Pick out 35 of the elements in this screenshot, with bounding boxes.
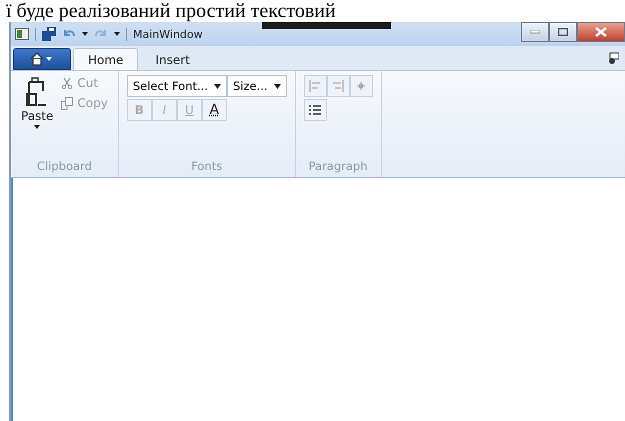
- maximize-icon: [558, 28, 568, 36]
- window-title: MainWindow: [133, 28, 203, 40]
- home-icon: [29, 52, 55, 66]
- group-label: Fonts: [191, 159, 222, 175]
- caret-icon: [274, 84, 281, 88]
- minimize-button[interactable]: [521, 22, 549, 42]
- minimize-icon: [530, 30, 540, 34]
- bullet-list-button[interactable]: [304, 99, 327, 121]
- document-text: ї буде реалізований простий текстовий: [5, 0, 337, 22]
- align-right-icon: [332, 80, 344, 92]
- bullet-list-icon: [309, 104, 322, 116]
- close-button[interactable]: [577, 22, 625, 42]
- app-icon: [15, 28, 29, 40]
- ribbon-tab[interactable]: Insert: [140, 48, 205, 70]
- align-center-icon: [355, 80, 368, 92]
- help-icon[interactable]: [609, 52, 619, 64]
- dropdown-icon[interactable]: [82, 32, 88, 36]
- format-button[interactable]: A: [202, 99, 227, 121]
- dropdown-icon[interactable]: [114, 32, 120, 36]
- clipboard-icon: [26, 77, 48, 107]
- group-label: Clipboard: [36, 159, 92, 175]
- ribbon-tab[interactable]: Home: [73, 48, 138, 70]
- application-menu-button[interactable]: [13, 48, 71, 70]
- scissors-icon: [61, 77, 74, 89]
- maximize-button[interactable]: [549, 22, 577, 42]
- save-icon[interactable]: [42, 27, 56, 41]
- close-icon: [595, 27, 607, 37]
- align-left-icon: [309, 80, 322, 92]
- caret-icon: [34, 125, 40, 129]
- size-dropdown[interactable]: Size...: [226, 75, 287, 97]
- paste-button[interactable]: Paste: [19, 75, 56, 159]
- group-label: Paragraph: [308, 159, 368, 175]
- caret-icon: [214, 84, 221, 88]
- copy-icon: [61, 96, 74, 110]
- font-dropdown[interactable]: Select Font...: [126, 75, 227, 97]
